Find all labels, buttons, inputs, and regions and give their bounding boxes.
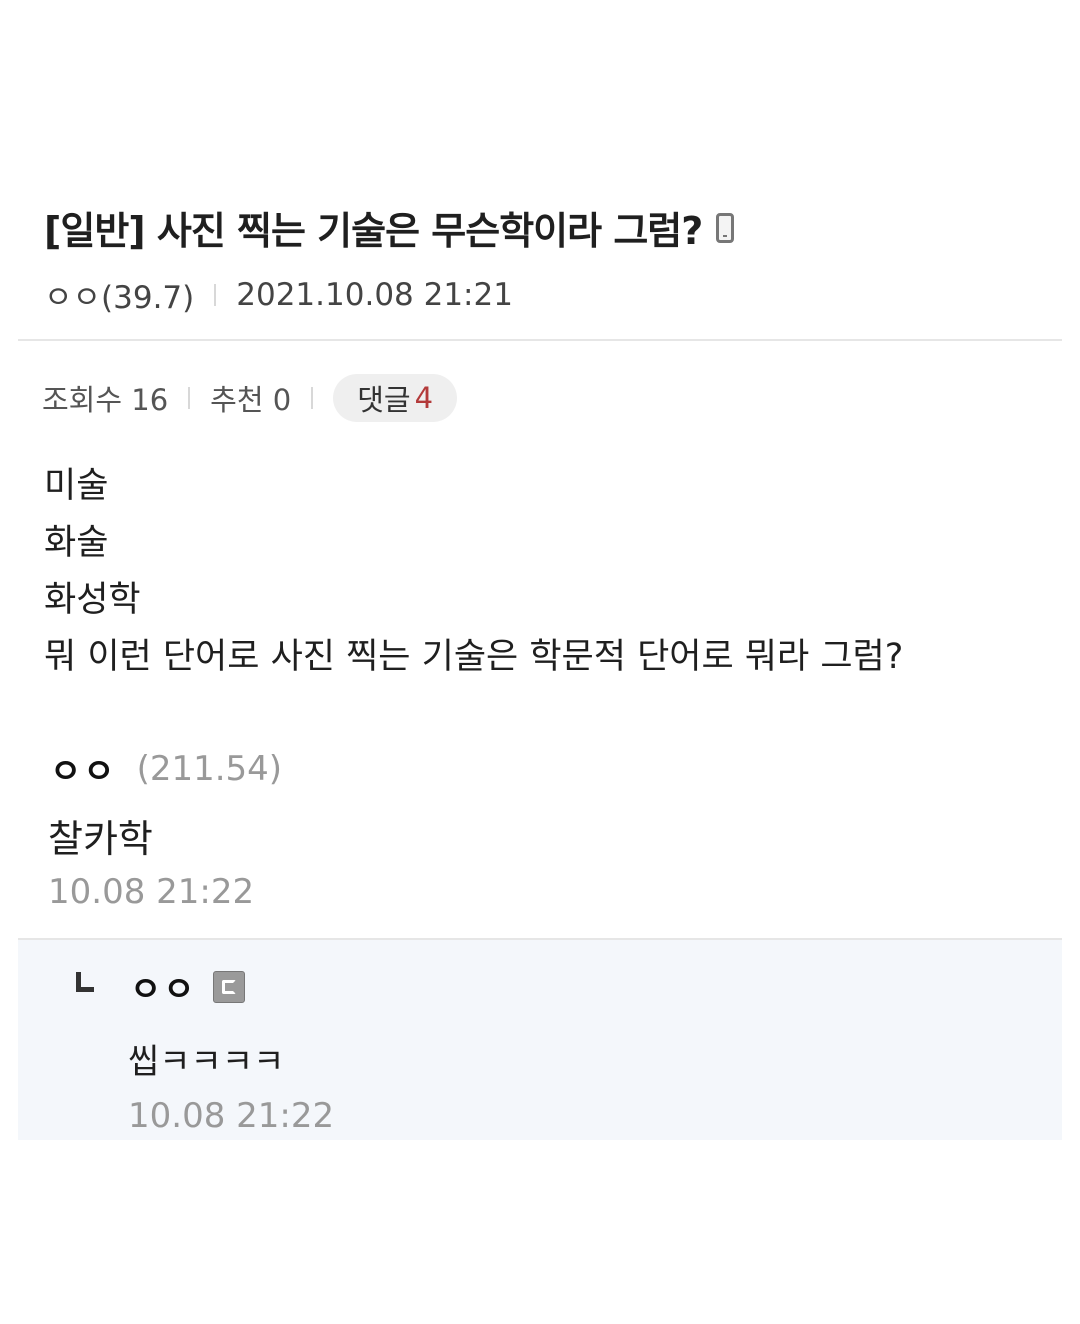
post-title: [일반] 사진 찍는 기술은 무슨학이라 그럼? <box>44 209 703 253</box>
recommend-count: 추천 0 <box>210 383 292 417</box>
comments-label: 댓글 <box>357 383 411 417</box>
reply-datetime: 10.08 21:22 <box>128 1096 335 1136</box>
comments-count: 4 <box>414 381 434 415</box>
post-title-row: [일반] 사진 찍는 기술은 무슨학이라 그럼? <box>44 200 735 255</box>
body-line: 뭐 이런 단어로 사진 찍는 기술은 학문적 단어로 뭐라 그럼? <box>44 637 904 677</box>
post-meta: ㅇㅇ(39.7) 2021.10.08 21:21 <box>44 272 513 317</box>
reply-author[interactable]: ㅇㅇ <box>130 962 197 1011</box>
post-stats: 조회수 16 추천 0 댓글 4 <box>42 374 458 422</box>
body-line: 화술 <box>44 523 109 563</box>
stats-separator <box>188 387 191 409</box>
comment-ip: (211.54) <box>136 748 283 789</box>
mobile-phone-icon <box>716 212 735 243</box>
reply-text: 씹ㅋㅋㅋㅋ <box>128 1042 285 1082</box>
comment-author[interactable]: ㅇㅇ <box>50 744 117 793</box>
post-body: 미술 화술 화성학 뭐 이런 단어로 사진 찍는 기술은 학문적 단어로 뭐라 … <box>44 458 903 686</box>
reply-comment: ㅇㅇ 씹ㅋㅋㅋㅋ 10.08 21:22 <box>18 940 1062 1140</box>
comment-text: 찰카학 <box>48 817 153 861</box>
meta-separator <box>214 283 217 306</box>
body-line: 미술 <box>44 466 109 506</box>
header-divider <box>18 339 1062 341</box>
comment-author-row: ㅇㅇ (211.54) <box>50 744 282 793</box>
gallog-icon[interactable] <box>212 970 245 1003</box>
stats-separator <box>311 387 314 409</box>
comments-button[interactable]: 댓글 4 <box>333 374 458 422</box>
reply-arrow-icon <box>76 972 94 992</box>
views-count: 조회수 16 <box>42 383 169 417</box>
post-author[interactable]: ㅇㅇ(39.7) <box>44 272 194 317</box>
post-datetime: 2021.10.08 21:21 <box>236 276 513 313</box>
comment-datetime: 10.08 21:22 <box>48 872 255 912</box>
body-line: 화성학 <box>44 580 141 620</box>
reply-author-row: ㅇㅇ <box>130 962 245 1011</box>
